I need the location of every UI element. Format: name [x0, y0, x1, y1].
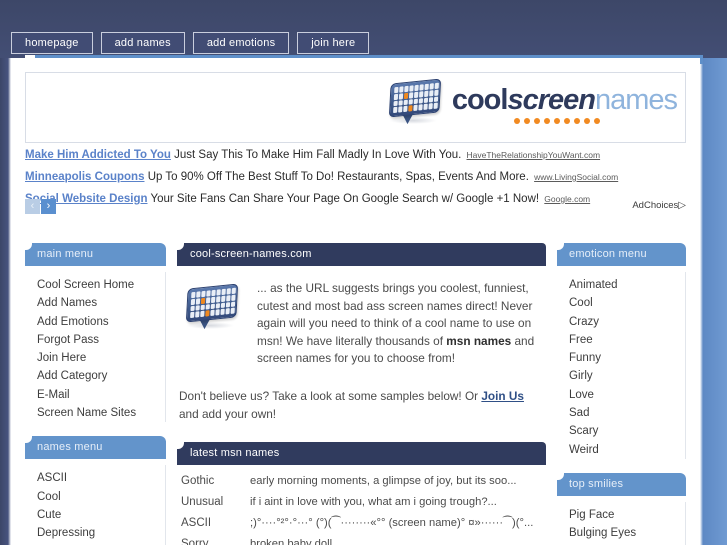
sidebar-item-funny[interactable]: Funny: [557, 349, 685, 367]
sidebar-item-cool-screen-home[interactable]: Cool Screen Home: [25, 276, 165, 294]
sidebar-item-scary[interactable]: Scary: [557, 422, 685, 440]
top-header-band: homepage add names add emotions join her…: [0, 0, 727, 58]
top-smilies-list: Pig Face Bulging Eyes Google Eyes: [557, 501, 686, 545]
intro-block: ... as the URL suggests brings you coole…: [177, 272, 546, 376]
intro-second-paragraph: Don't believe us? Take a look at some sa…: [177, 388, 546, 423]
intro2-pre: Don't believe us? Take a look at some sa…: [179, 389, 482, 403]
sidebar-item-love[interactable]: Love: [557, 386, 685, 404]
sidebar-item-cute[interactable]: Cute: [25, 506, 165, 524]
table-row[interactable]: Sorry broken baby doll...: [177, 534, 546, 545]
text-ad-url[interactable]: HaveTheRelationshipYouWant.com: [467, 150, 601, 160]
name-value: if i aint in love with you, what am i go…: [250, 496, 497, 509]
adchoices-triangle-icon: ▷: [678, 200, 686, 211]
sidebar-item-screen-name-sites[interactable]: Screen Name Sites: [25, 404, 165, 422]
header-ad-box: coolscreennames: [25, 72, 686, 143]
name-category: ASCII: [181, 517, 212, 530]
sidebar-item-add-names[interactable]: Add Names: [25, 294, 165, 312]
sidebar-item-ascii[interactable]: ASCII: [25, 469, 165, 487]
text-ad-body: Up To 90% Off The Best Stuff To Do! Rest…: [147, 171, 529, 183]
join-us-link[interactable]: Join Us: [481, 389, 524, 403]
names-menu-list: ASCII Cool Cute Depressing Flirty: [25, 465, 166, 545]
panel-header-main-menu[interactable]: main menu: [25, 243, 166, 266]
sidebar-item-bulging-eyes[interactable]: Bulging Eyes: [557, 524, 685, 542]
nav-button-join-here[interactable]: join here: [297, 32, 370, 54]
chevron-left-icon[interactable]: ‹: [25, 199, 40, 214]
text-ad-body: Just Say This To Make Him Fall Madly In …: [174, 149, 462, 161]
sidebar-item-weird[interactable]: Weird: [557, 441, 685, 459]
nav-button-add-emotions[interactable]: add emotions: [192, 32, 290, 54]
ad-footer: ‹ › AdChoices▷: [25, 199, 686, 215]
logo-dots-decoration: [513, 118, 600, 124]
sidebar-item-forgot-pass[interactable]: Forgot Pass: [25, 331, 165, 349]
name-value: early morning moments, a glimpse of joy,…: [250, 475, 517, 488]
table-row[interactable]: ASCII ;)°····°²°·°···° (°)(⁀········«°° …: [177, 513, 546, 534]
sidebar-item-cool[interactable]: Cool: [557, 294, 685, 312]
top-navigation: homepage add names add emotions join her…: [11, 32, 370, 54]
emoticon-menu-list: Animated Cool Crazy Free Funny Girly Lov…: [557, 272, 686, 459]
table-row[interactable]: Unusual if i aint in love with you, what…: [177, 492, 546, 513]
panel-header-latest-msn-names: latest msn names: [177, 442, 546, 466]
site-logo-text: coolscreennames: [451, 84, 678, 124]
sidebar-item-free[interactable]: Free: [557, 331, 685, 349]
adchoices-link[interactable]: AdChoices▷: [632, 200, 686, 211]
name-category: Gothic: [181, 475, 215, 488]
text-ad-headline[interactable]: Make Him Addicted To You: [25, 149, 171, 161]
sidebar-item-crazy[interactable]: Crazy: [557, 313, 685, 331]
table-row[interactable]: Gothic early morning moments, a glimpse …: [177, 471, 546, 492]
page-root: homepage add names add emotions join her…: [0, 0, 727, 545]
panel-header-site: cool-screen-names.com: [177, 243, 546, 266]
main-column: cool-screen-names.com ... as the URL sug…: [177, 243, 546, 545]
logo-word-names: names: [594, 84, 678, 116]
keyboard-speech-bubble-icon: [185, 282, 241, 338]
right-sidebar: emoticon menu Animated Cool Crazy Free F…: [557, 243, 686, 545]
adchoices-label: AdChoices: [632, 200, 679, 211]
name-category: Unusual: [181, 496, 224, 509]
sidebar-item-sad[interactable]: Sad: [557, 404, 685, 422]
content-area: coolscreennames Make Him Addicted To You…: [11, 58, 700, 545]
logo-word-cool: cool: [451, 84, 509, 116]
keyboard-speech-bubble-icon: [388, 77, 444, 133]
text-ad-row: Make Him Addicted To You Just Say This T…: [25, 149, 686, 161]
text-ad-url[interactable]: www.LivingSocial.com: [534, 172, 618, 182]
left-sidebar: main menu Cool Screen Home Add Names Add…: [25, 243, 166, 545]
latest-names-panel: latest msn names Gothic early morning mo…: [177, 442, 546, 545]
intro2-post: and add your own!: [179, 406, 277, 421]
panel-header-names-menu[interactable]: names menu: [25, 436, 166, 460]
panel-header-emoticon-menu[interactable]: emoticon menu: [557, 243, 686, 266]
sidebar-item-depressing[interactable]: Depressing: [25, 524, 165, 542]
chevron-right-icon[interactable]: ›: [41, 199, 56, 214]
sidebar-item-pig-face[interactable]: Pig Face: [557, 506, 685, 524]
nav-button-add-names[interactable]: add names: [100, 32, 185, 54]
sidebar-item-add-emotions[interactable]: Add Emotions: [25, 313, 165, 331]
name-value: broken baby doll...: [250, 538, 342, 545]
main-menu-list: Cool Screen Home Add Names Add Emotions …: [25, 272, 166, 423]
text-ad-headline[interactable]: Minneapolis Coupons: [25, 171, 144, 183]
intro-text-bold: msn names: [446, 333, 512, 348]
name-value: ;)°····°²°·°···° (°)(⁀········«°° (scree…: [250, 517, 534, 530]
sidebar-item-animated[interactable]: Animated: [557, 276, 685, 294]
site-logo[interactable]: coolscreennames: [388, 77, 678, 133]
nav-button-homepage[interactable]: homepage: [11, 32, 93, 54]
sidebar-item-email[interactable]: E-Mail: [25, 386, 165, 404]
sidebar-item-girly[interactable]: Girly: [557, 367, 685, 385]
latest-names-table: Gothic early morning moments, a glimpse …: [177, 471, 546, 545]
logo-word-screen: screen: [507, 84, 596, 116]
panel-header-top-smilies[interactable]: top smilies: [557, 472, 686, 496]
text-ad-row: Minneapolis Coupons Up To 90% Off The Be…: [25, 171, 686, 183]
name-category: Sorry: [181, 538, 209, 545]
sidebar-item-join-here[interactable]: Join Here: [25, 349, 165, 367]
sidebar-item-cool[interactable]: Cool: [25, 488, 165, 506]
sidebar-item-add-category[interactable]: Add Category: [25, 367, 165, 385]
intro-paragraph: ... as the URL suggests brings you coole…: [257, 280, 544, 368]
